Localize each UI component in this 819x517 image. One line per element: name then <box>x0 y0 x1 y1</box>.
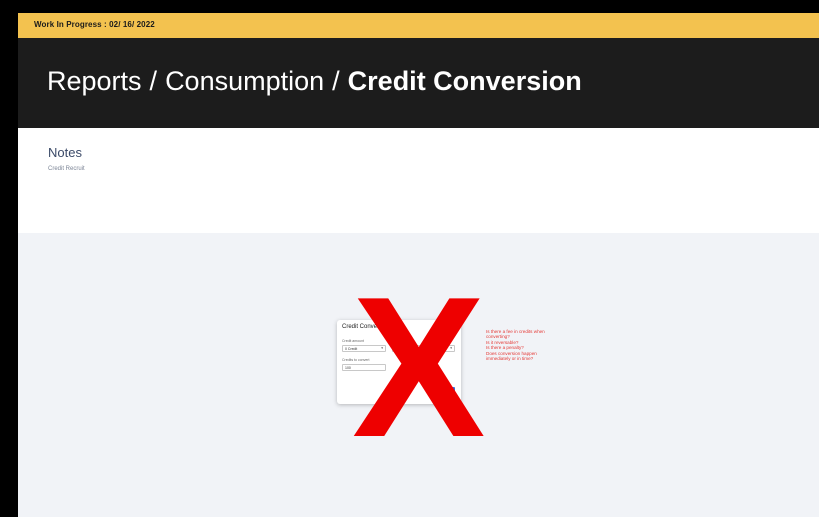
work-in-progress-banner: Work In Progress : 02/ 16/ 2022 <box>18 13 819 38</box>
annotation-line: immediately or in time? <box>486 356 534 362</box>
rejected-x-mark: X <box>352 256 486 479</box>
breadcrumb-reports[interactable]: Reports <box>47 66 142 96</box>
credits-to-convert-value: 100 <box>345 366 351 370</box>
banner-text: Work In Progress : 02/ 16/ 2022 <box>34 20 155 29</box>
breadcrumb-separator: / <box>332 66 340 96</box>
breadcrumb: Reports / Consumption / Credit Conversion <box>47 66 582 97</box>
page-header: Reports / Consumption / Credit Conversion <box>18 38 819 128</box>
notes-panel: Notes Credit Recruit <box>18 128 819 233</box>
app-frame: Work In Progress : 02/ 16/ 2022 Reports /… <box>18 13 819 517</box>
page-title: Credit Conversion <box>347 66 582 96</box>
notes-title: Notes <box>48 145 82 160</box>
review-annotations: Is there a fee in credits when convertin… <box>486 329 586 361</box>
breadcrumb-separator: / <box>149 66 158 96</box>
notes-text: Credit Recruit <box>48 166 85 172</box>
breadcrumb-consumption[interactable]: Consumption <box>165 66 324 96</box>
